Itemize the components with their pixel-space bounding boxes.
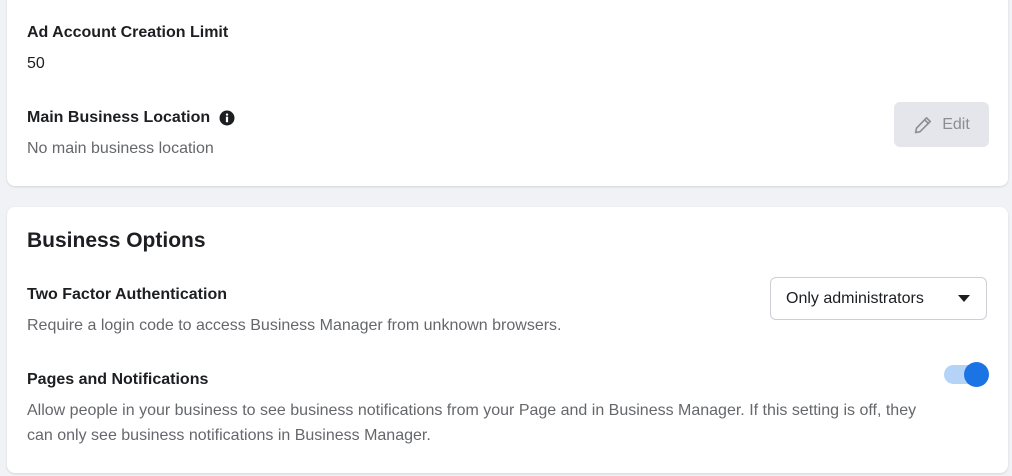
main-business-location-label: Main Business Location <box>27 109 235 127</box>
pages-notifications-description: Allow people in your business to see bus… <box>27 402 917 444</box>
main-business-location-value: No main business location <box>27 140 214 157</box>
info-icon[interactable] <box>219 110 235 126</box>
ad-account-limit-value: 50 <box>27 55 45 72</box>
edit-location-button[interactable]: Edit <box>894 102 989 147</box>
pages-notifications-toggle[interactable] <box>944 362 989 387</box>
toggle-knob <box>964 362 989 387</box>
two-factor-dropdown[interactable]: Only administrators <box>770 277 987 320</box>
two-factor-description: Require a login code to access Business … <box>27 317 562 334</box>
ad-account-limit-label: Ad Account Creation Limit <box>27 24 229 41</box>
business-info-card: Ad Account Creation Limit 50 Main Busine… <box>7 0 1008 186</box>
caret-down-icon <box>958 295 970 302</box>
edit-button-label: Edit <box>942 115 970 133</box>
section-title: Business Options <box>27 229 206 252</box>
two-factor-label: Two Factor Authentication <box>27 286 227 303</box>
pencil-icon <box>913 115 933 135</box>
business-options-card: Business Options Two Factor Authenticati… <box>7 207 1008 473</box>
pages-notifications-label: Pages and Notifications <box>27 371 209 388</box>
two-factor-selected-value: Only administrators <box>786 289 924 307</box>
